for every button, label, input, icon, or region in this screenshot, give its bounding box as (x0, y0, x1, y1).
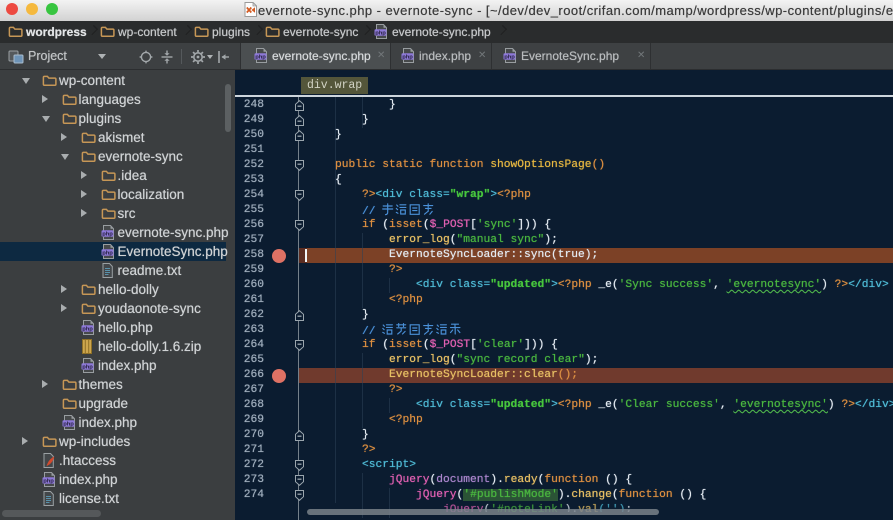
svg-text:php: php (63, 421, 74, 427)
svg-text:php: php (255, 54, 266, 60)
svg-text:php: php (402, 54, 413, 60)
svg-text:php: php (102, 231, 113, 237)
svg-text:php: php (43, 478, 54, 484)
svg-text:php: php (102, 250, 113, 256)
svg-text:php: php (375, 30, 386, 36)
svg-text:php: php (504, 54, 515, 60)
svg-text:php: php (82, 364, 93, 370)
svg-text:php: php (82, 326, 93, 332)
